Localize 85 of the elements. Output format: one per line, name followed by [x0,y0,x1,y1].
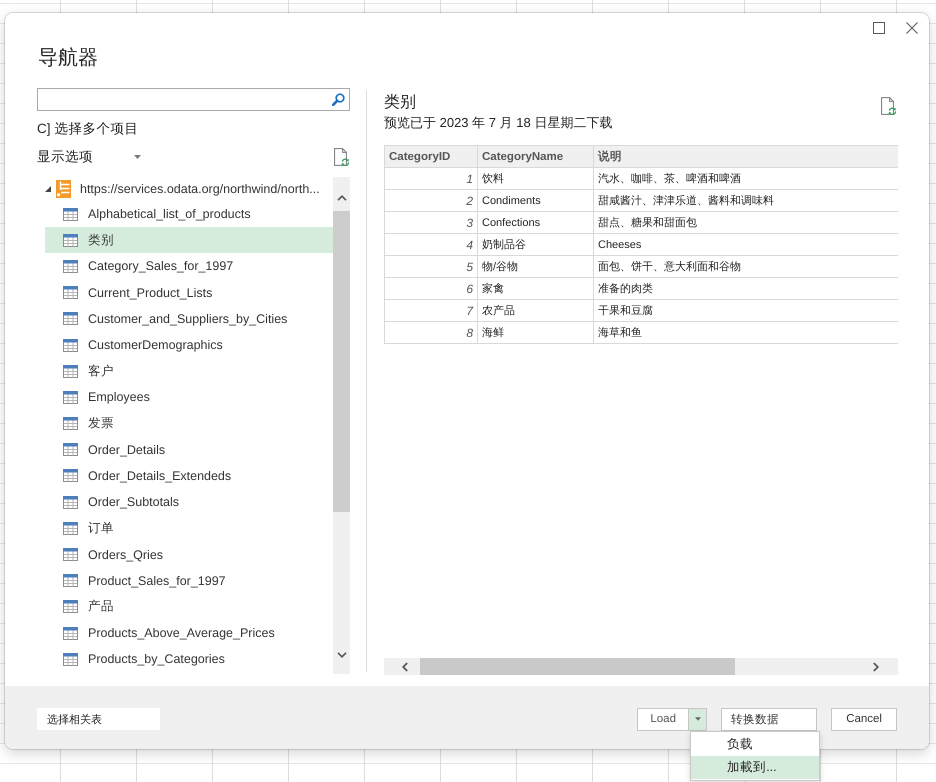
scrollbar-thumb[interactable] [333,211,350,512]
table-icon [63,208,78,221]
dialog-button[interactable]: Cancel [831,708,897,730]
table-cell: 5 [384,256,478,278]
table-icon [63,443,78,456]
tree-item[interactable]: 产品 [45,594,333,620]
column-header: CategoryName [478,146,594,168]
table-cell: 奶制品谷 [478,234,594,256]
tree-item[interactable]: Products_by_Categories [45,646,333,672]
table-cell: 农产品 [478,300,594,322]
display-options-dropdown[interactable]: 显示选项 [37,146,141,168]
tree-item[interactable]: 客户 [45,358,333,384]
column-header: CategoryID [384,146,478,168]
tree-root-item[interactable]: https://services.odata.org/northwind/north... [45,177,333,201]
table-cell: Condiments [478,190,594,212]
tree-item[interactable]: Products_Above_Average_Prices [45,620,333,646]
tree-item[interactable]: 发票 [45,410,333,437]
table-icon [63,390,78,404]
chevron-up-icon[interactable] [336,195,346,201]
table-icon [63,364,78,378]
dialog-button[interactable]: 转换数据 [721,708,818,730]
select-multiple-option[interactable]: C] 选择多个项目 [37,119,138,139]
preview-title: 类别 [384,92,416,113]
horizontal-scrollbar[interactable] [384,658,898,675]
chevron-down-icon[interactable] [336,652,346,658]
caret-icon [134,155,141,159]
table-icon [63,469,78,482]
table-icon [63,312,78,326]
list-table-icon [56,180,71,198]
table-icon [63,260,78,273]
scrollbar-thumb[interactable] [420,658,735,675]
chevron-left-icon[interactable] [402,662,408,672]
table-icon [63,234,78,247]
tree-item[interactable]: CustomerDemographics [45,332,333,358]
table-cell: 3 [384,212,478,234]
search-icon[interactable] [332,93,345,106]
table-icon [63,548,78,562]
table-icon [63,600,78,614]
maximize-icon[interactable] [873,22,885,34]
tree-item[interactable]: Order_Subtotals [45,489,333,516]
table-icon [63,496,78,509]
chevron-right-icon[interactable] [873,662,879,672]
table-cell: 海鲜 [478,322,594,344]
refresh-document-icon[interactable] [881,97,896,115]
tree-item[interactable]: Alphabetical_list_of_products [45,201,333,228]
table-cell: 物/谷物 [478,256,594,278]
table-icon [63,338,78,352]
refresh-document-icon[interactable] [334,148,349,166]
table-cell: 2 [384,190,478,212]
tree-item[interactable]: Order_Details_Extendeds [45,462,333,490]
select-related-tables-button[interactable]: 选择相关表 [37,708,160,730]
table-icon [63,574,78,588]
table-icon [63,286,78,300]
column-header: 说明 [594,146,898,168]
tree-item[interactable]: Orders_Qries [45,541,333,568]
tree-item[interactable]: Current_Product_Lists [45,280,333,306]
vertical-scrollbar[interactable] [333,177,350,674]
table-cell: 7 [384,300,478,322]
table-icon [63,652,78,666]
table-cell: 4 [384,234,478,256]
tree-item[interactable]: Product_Sales_for_1997 [45,568,333,594]
tree-item[interactable]: 类别 [45,227,333,254]
table-cell: 饮料 [478,168,594,190]
preview-date-text: 预览已于 2023 年 7 月 18 日星期二下载 [384,114,612,132]
tree-item[interactable]: Employees [45,384,333,410]
table-cell: 家禽 [478,278,594,300]
tree-item[interactable]: 订单 [45,515,333,542]
tree-item[interactable]: Customer_and_Suppliers_by_Cities [45,306,333,332]
load-button[interactable]: Load [637,708,690,730]
window-title: 导航器 [37,46,99,71]
caret-icon [694,717,701,721]
table-cell: 6 [384,278,478,300]
table-cell: Confections [478,212,594,234]
table-icon [63,626,78,640]
menu-item[interactable]: 加載到... [691,756,820,778]
table-cell: 8 [384,322,478,344]
table-icon [63,522,78,535]
search-field[interactable] [37,88,350,111]
tree-item[interactable]: Category_Sales_for_1997 [45,253,333,280]
close-icon[interactable] [906,22,918,34]
tree-item[interactable]: Order_Details [45,436,333,463]
expand-triangle-icon[interactable] [45,186,51,192]
table-cell: 1 [384,168,478,190]
table-icon [63,417,78,430]
menu-item[interactable]: 负载 [691,732,820,756]
